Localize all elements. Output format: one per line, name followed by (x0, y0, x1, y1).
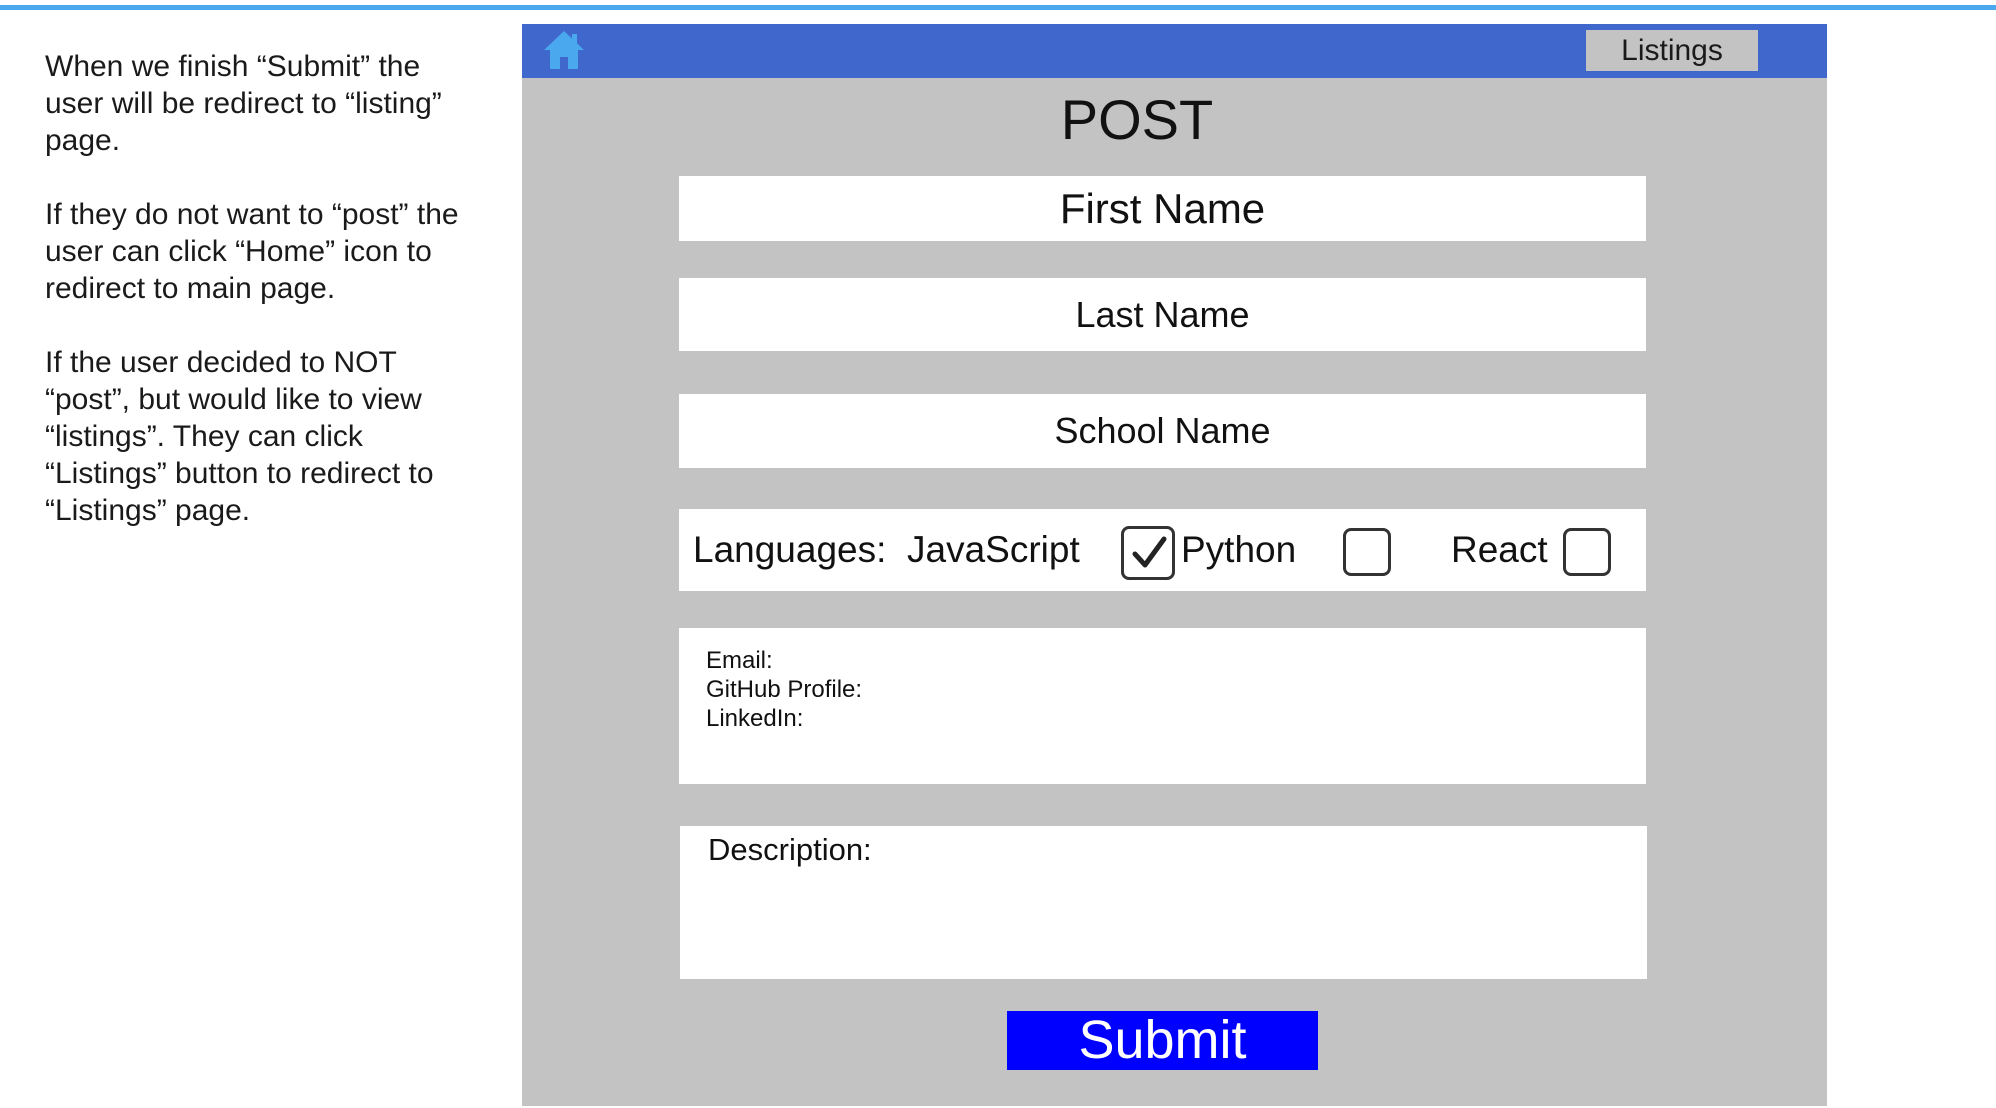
school-name-field[interactable] (679, 394, 1646, 468)
python-label: Python (1181, 529, 1297, 570)
languages-label: Languages: (693, 529, 887, 570)
page: When we finish “Submit” the user will be… (0, 0, 1996, 1108)
post-page-mockup: Listings POST Languages: JavaScript Pyth… (522, 24, 1827, 1106)
react-checkbox[interactable] (1563, 528, 1611, 576)
navbar: Listings (522, 24, 1827, 78)
page-title: POST (1060, 88, 1214, 151)
note-home: If they do not want to “post” the user c… (45, 198, 459, 305)
description-field[interactable]: Description: (680, 826, 1647, 979)
languages-row: Languages: JavaScript Python React (679, 509, 1646, 591)
submit-button[interactable]: Submit (1007, 1011, 1318, 1070)
checkmark-icon (1132, 536, 1167, 568)
javascript-label: JavaScript (907, 529, 1080, 570)
note-listings: If the user decided to NOT “post”, but w… (45, 346, 434, 527)
home-icon[interactable] (542, 29, 586, 71)
contact-info-field[interactable]: Email: GitHub Profile: LinkedIn: (679, 628, 1646, 784)
note-submit: When we finish “Submit” the user will be… (45, 50, 442, 157)
linkedin-label: LinkedIn: (706, 705, 804, 732)
listings-button[interactable]: Listings (1586, 30, 1758, 71)
python-checkbox[interactable] (1343, 528, 1391, 576)
last-name-field[interactable] (679, 278, 1646, 351)
top-divider (0, 5, 1996, 10)
react-label: React (1451, 529, 1548, 570)
annotation-notes: When we finish “Submit” the user will be… (45, 48, 465, 566)
github-profile-label: GitHub Profile: (706, 676, 863, 703)
first-name-field[interactable] (679, 176, 1646, 241)
email-label: Email: (706, 647, 773, 674)
description-label: Description: (708, 832, 872, 867)
javascript-checkbox[interactable] (1121, 526, 1175, 580)
